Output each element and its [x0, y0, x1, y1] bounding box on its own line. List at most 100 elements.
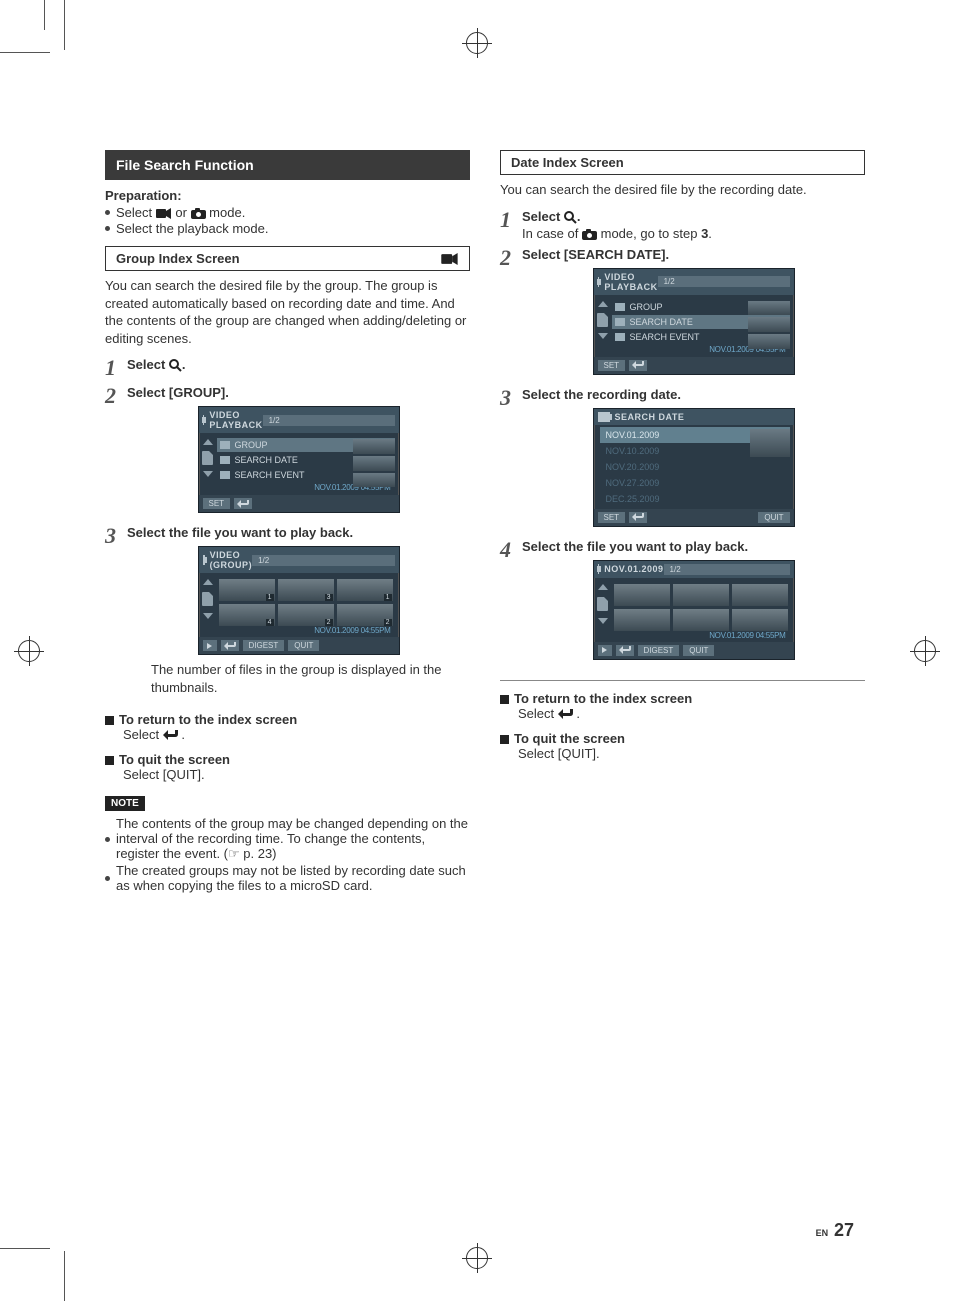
- osd-page: 1/2: [658, 276, 790, 287]
- osd-menu-label: SEARCH DATE: [630, 317, 693, 327]
- osd-timestamp: NOV.01.2009 04:55PM: [612, 631, 790, 640]
- step-subtext: In case of mode, go to step 3.: [522, 226, 865, 241]
- subsection-label: Date Index Screen: [511, 155, 624, 170]
- notes-list: The contents of the group may be changed…: [105, 816, 470, 893]
- step-4: 4 Select the file you want to play back.…: [500, 539, 865, 666]
- step-number: 1: [105, 357, 127, 379]
- page-number: EN 27: [816, 1220, 854, 1241]
- osd-return-button: [629, 512, 647, 523]
- video-mode-icon: [156, 208, 172, 219]
- photo-mode-icon: [191, 208, 206, 219]
- osd-title: VIDEO (GROUP): [210, 550, 253, 570]
- osd-menu-label: GROUP: [235, 440, 268, 450]
- step-3: 3 Select the file you want to play back.…: [105, 525, 470, 702]
- step-number: 4: [500, 539, 522, 561]
- osd-preview-thumb: [750, 429, 790, 457]
- osd-thumb: [673, 609, 729, 631]
- osd-screenshot-menu: VIDEO PLAYBACK 1/2 GROUP SEARCH DATE: [198, 406, 400, 513]
- osd-title: VIDEO PLAYBACK: [209, 410, 262, 430]
- osd-nav-arrows: [202, 439, 214, 477]
- text: or: [175, 205, 190, 220]
- step-text: Select the file you want to play back.: [127, 525, 470, 540]
- osd-menu-label: GROUP: [630, 302, 663, 312]
- preparation-list: Select or mode. Select the playback mode: [105, 205, 470, 236]
- osd-thumb: 1: [337, 579, 393, 601]
- arrow-down-icon: [598, 618, 608, 624]
- square-bullet-icon: [105, 716, 114, 725]
- osd-title: VIDEO PLAYBACK: [604, 272, 657, 292]
- text: The contents of the group may be changed…: [116, 816, 470, 862]
- sd-card-icon: [202, 451, 213, 465]
- crop-mark: [64, 0, 65, 50]
- osd-date-row: NOV.20.2009: [600, 459, 790, 475]
- subheading-label: To return to the index screen: [514, 691, 692, 706]
- video-mode-icon: [598, 564, 600, 574]
- osd-thumb: 3: [278, 579, 334, 601]
- osd-play-button: [203, 640, 217, 651]
- paragraph: You can search the desired file by the r…: [500, 181, 865, 199]
- step-number: 3: [500, 387, 522, 409]
- divider: [500, 680, 865, 681]
- text: mode.: [209, 205, 245, 220]
- registration-target-icon: [18, 640, 40, 662]
- osd-return-button: [234, 498, 252, 509]
- preparation-heading: Preparation:: [105, 188, 470, 203]
- right-column: Date Index Screen You can search the des…: [500, 150, 865, 899]
- video-mode-icon: [203, 415, 205, 425]
- text: mode, go to step: [601, 226, 701, 241]
- osd-screenshot-day: NOV.01.2009 1/2: [593, 560, 795, 660]
- subheading: To quit the screen: [500, 731, 865, 746]
- step-number: 2: [105, 385, 127, 407]
- osd-return-button: [221, 640, 239, 651]
- menu-item-icon: [220, 471, 230, 479]
- osd-title: SEARCH DATE: [615, 412, 790, 422]
- osd-page: 1/2: [252, 555, 394, 566]
- return-icon: [163, 730, 178, 741]
- bullet-icon: [105, 226, 110, 231]
- step-number: 2: [500, 247, 522, 269]
- text: The created groups may not be listed by …: [116, 863, 470, 893]
- arrow-down-icon: [203, 613, 213, 619]
- osd-return-button: [616, 645, 634, 656]
- subbody: Select .: [123, 727, 470, 742]
- video-mode-icon: [598, 277, 600, 287]
- subheading-label: To quit the screen: [514, 731, 625, 746]
- menu-item-icon: [615, 318, 625, 326]
- video-mode-icon: [598, 412, 610, 422]
- left-column: File Search Function Preparation: Select…: [105, 150, 470, 899]
- osd-set-button: SET: [203, 498, 231, 509]
- osd-screenshot-dates: SEARCH DATE NOV.01.2009 NOV.10.2009 NOV.…: [593, 408, 795, 527]
- sd-card-icon: [597, 313, 608, 327]
- text: Select: [116, 205, 156, 220]
- osd-date-row: NOV.27.2009: [600, 475, 790, 491]
- osd-screenshot-menu: VIDEO PLAYBACK 1/2 GROUP SEARCH DATE: [593, 268, 795, 375]
- osd-thumbnail-grid: [612, 582, 790, 631]
- subheading: To return to the index screen: [105, 712, 470, 727]
- note-item: The contents of the group may be changed…: [105, 816, 470, 862]
- osd-page: 1/2: [664, 564, 790, 575]
- step-1: 1 Select . In case of mode, go to step: [500, 209, 865, 241]
- osd-timestamp: NOV.01.2009 04:55PM: [217, 626, 395, 635]
- paragraph: You can search the desired file by the g…: [105, 277, 470, 347]
- registration-target-icon: [914, 640, 936, 662]
- subheading-label: To quit the screen: [119, 752, 230, 767]
- arrow-up-icon: [598, 584, 608, 590]
- menu-item-icon: [220, 456, 230, 464]
- text: Select the playback mode.: [116, 221, 268, 236]
- page-lang: EN: [816, 1228, 829, 1238]
- osd-thumbnail-strip: [748, 301, 790, 349]
- step-number: 3: [105, 525, 127, 547]
- crop-mark: [44, 0, 45, 30]
- osd-quit-button: QUIT: [288, 640, 319, 651]
- osd-menu-label: SEARCH EVENT: [630, 332, 700, 342]
- prep-item: Select or mode.: [105, 205, 470, 220]
- text: .: [181, 727, 185, 742]
- text: Select: [518, 706, 558, 721]
- osd-thumb: [614, 609, 670, 631]
- osd-thumb: [673, 584, 729, 606]
- step-text: Select [GROUP].: [127, 385, 470, 400]
- subheading-label: To return to the index screen: [119, 712, 297, 727]
- osd-thumb: 2: [278, 604, 334, 626]
- note-label: NOTE: [105, 796, 145, 811]
- subsection-title: Date Index Screen: [500, 150, 865, 175]
